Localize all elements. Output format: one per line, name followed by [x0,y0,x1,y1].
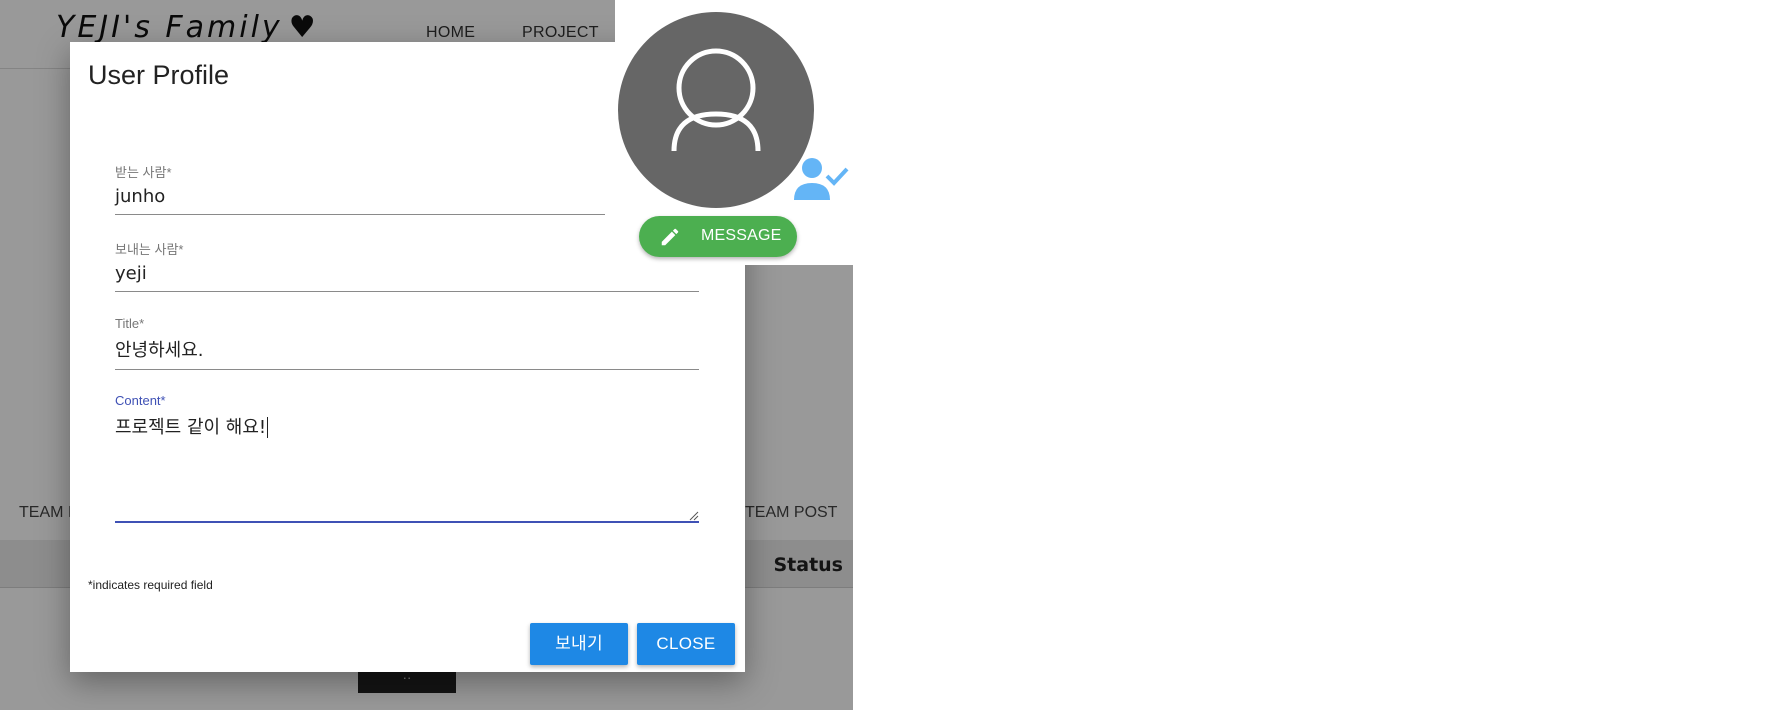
recipient-field: 받는 사람* junho [115,162,605,215]
content-text: 프로젝트 같이 해요! [115,417,267,438]
user-avatar-icon [618,12,814,208]
sender-label: 보내는 사람* [115,242,184,257]
send-button[interactable]: 보내기 [530,623,628,665]
content-textarea[interactable]: 프로젝트 같이 해요! [115,413,699,523]
recipient-label: 받는 사람* [115,165,172,180]
title-label: Title* [115,316,145,331]
content-label: Content* [115,393,166,408]
pencil-icon [661,228,679,246]
sender-input[interactable]: yeji [115,263,699,292]
profile-card: MESSAGE [615,0,855,265]
close-button[interactable]: CLOSE [637,623,735,665]
recipient-input[interactable]: junho [115,186,605,215]
resize-handle-icon[interactable] [689,511,699,521]
message-label: MESSAGE [701,227,782,244]
message-button[interactable]: MESSAGE [639,216,797,257]
required-note: *indicates required field [88,578,213,592]
title-field: Title* 안녕하세요. [115,316,699,370]
sender-field: 보내는 사람* yeji [115,239,699,292]
title-input[interactable]: 안녕하세요. [115,336,699,370]
user-outline-icon [671,48,761,152]
user-check-icon [794,158,849,200]
content-field: Content* 프로젝트 같이 해요! [115,393,699,523]
text-cursor [267,417,269,438]
dialog-title: User Profile [88,60,230,90]
